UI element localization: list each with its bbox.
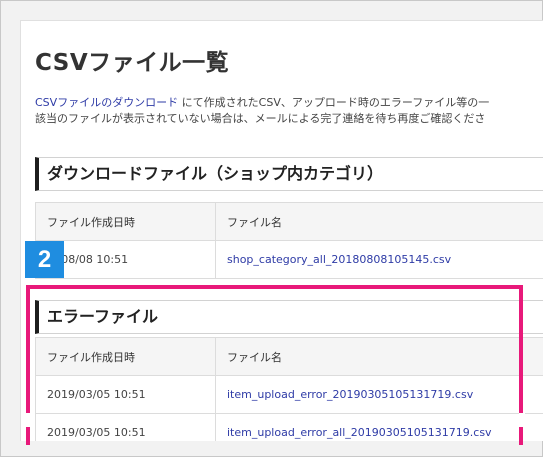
screenshot-frame: CSVファイル一覧 CSVファイルのダウンロード にて作成されたCSV、アップロ… [0, 0, 543, 457]
column-header-date: ファイル作成日時 [35, 202, 216, 241]
file-name-cell: shop_category_all_20180808105145.csv [215, 240, 543, 279]
download-files-table: ファイル作成日時 ファイル名 .8/08/08 10:51 shop_categ… [35, 202, 543, 279]
description-line1: にて作成されたCSV、アップロード時のエラーファイル等の一 [178, 96, 490, 109]
column-header-filename: ファイル名 [215, 202, 543, 241]
highlight-dash-gap [519, 413, 525, 427]
step-number-badge: 2 [25, 241, 64, 278]
table-header-row: ファイル作成日時 ファイル名 [35, 202, 543, 241]
download-section-heading: ダウンロードファイル（ショップ内カテゴリ） [35, 157, 543, 191]
error-section-highlight [26, 285, 523, 445]
highlight-dash-gap [26, 413, 32, 427]
page-description: CSVファイルのダウンロード にて作成されたCSV、アップロード時のエラーファイ… [35, 95, 489, 127]
page-title: CSVファイル一覧 [35, 50, 230, 76]
table-row: .8/08/08 10:51 shop_category_all_2018080… [35, 240, 543, 279]
csv-download-link[interactable]: CSVファイルのダウンロード [35, 96, 178, 109]
description-line2: 該当のファイルが表示されていない場合は、メールによる完了連絡を待ち再度ご確認くだ… [35, 112, 486, 125]
download-section-title: ダウンロードファイル（ショップ内カテゴリ） [47, 164, 384, 183]
file-download-link[interactable]: shop_category_all_20180808105145.csv [227, 253, 451, 266]
